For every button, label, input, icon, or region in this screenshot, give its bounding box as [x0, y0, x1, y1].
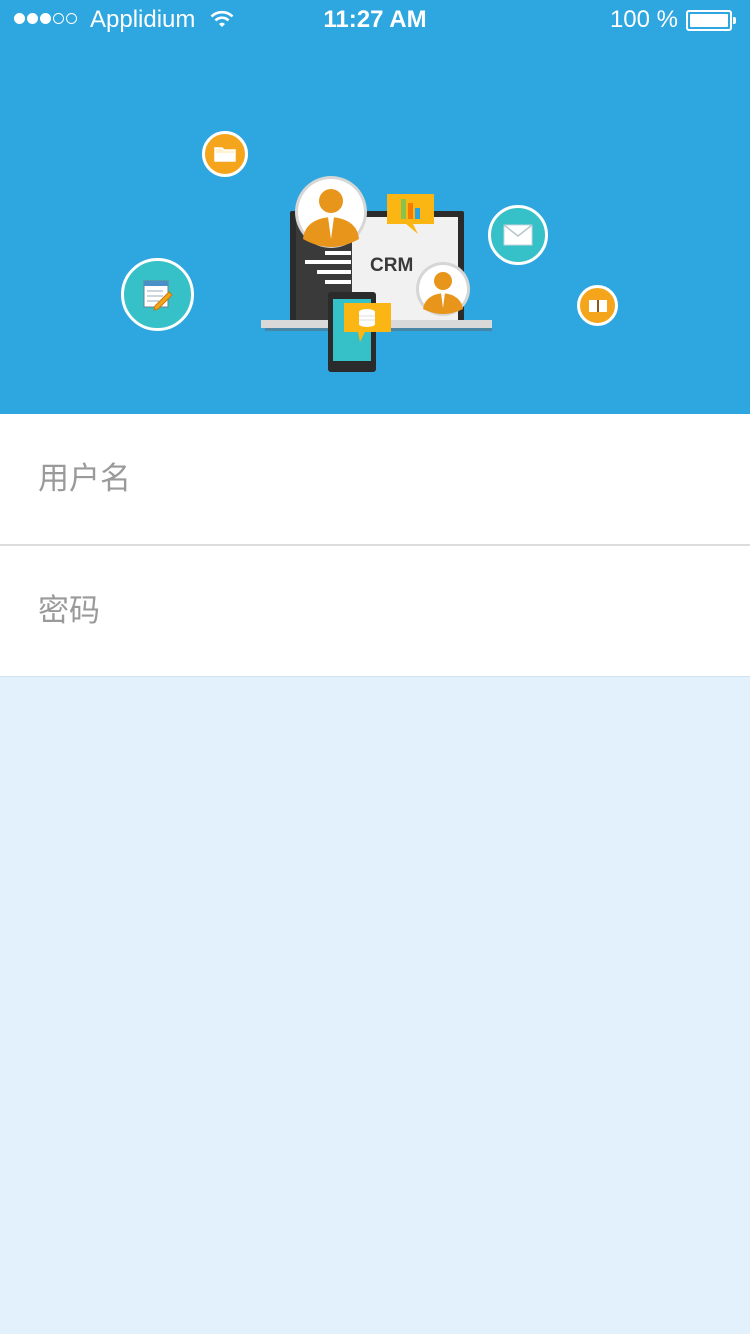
status-bar: Applidium 11:27 AM 100 %: [0, 0, 750, 40]
password-row: [0, 546, 750, 677]
login-form: [0, 414, 750, 677]
username-row: [0, 414, 750, 546]
username-input[interactable]: [38, 414, 718, 544]
battery-icon: [686, 10, 736, 31]
hero-banner: CRM: [0, 0, 750, 414]
notepad-pencil-icon: [121, 258, 194, 331]
crm-label: CRM: [370, 255, 414, 276]
folder-icon: [202, 131, 248, 177]
book-icon: [577, 285, 618, 326]
password-input[interactable]: [38, 546, 718, 676]
battery-percent: 100 %: [609, 6, 678, 33]
